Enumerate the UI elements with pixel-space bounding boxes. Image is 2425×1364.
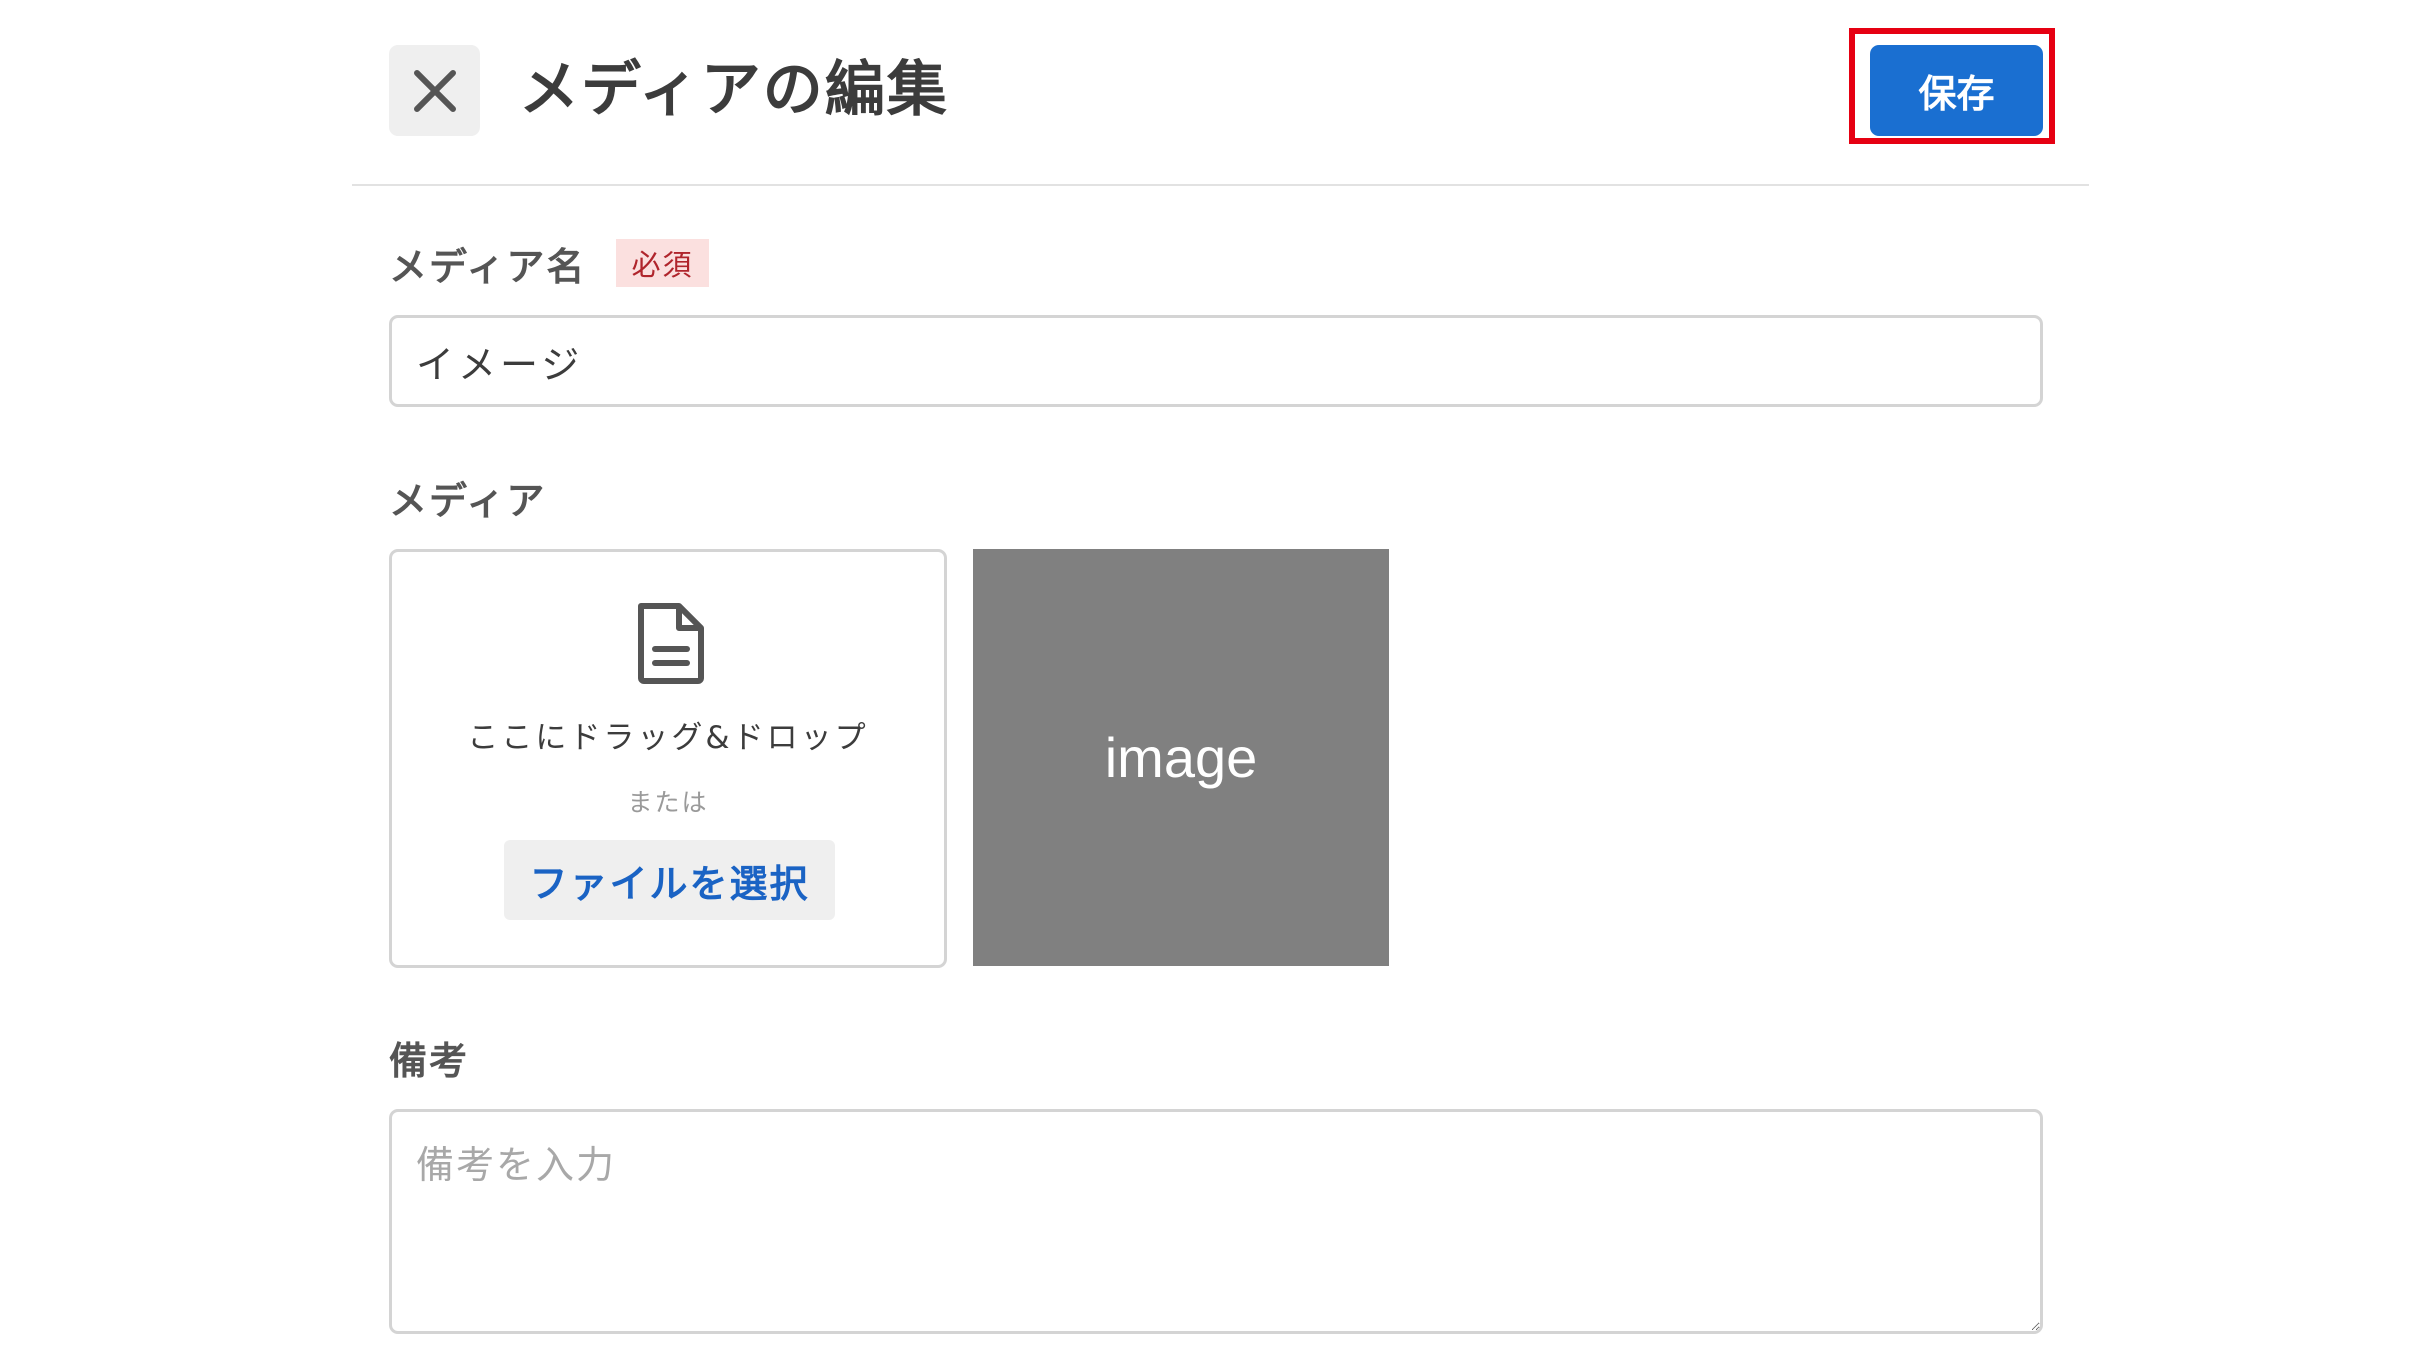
close-icon: [413, 69, 456, 112]
close-button[interactable]: [389, 45, 480, 136]
required-badge: 必須: [616, 239, 709, 287]
file-dropzone[interactable]: ここにドラッグ&ドロップ または ファイルを選択: [389, 549, 947, 968]
file-document-icon: [638, 603, 704, 684]
or-separator: または: [627, 788, 709, 817]
page-title: メディアの編集: [519, 55, 949, 125]
header-divider: [352, 184, 2089, 186]
edit-media-dialog: メディアの編集 保存 メディア名 必須 メディア ここにドラッグ&ドロップ また…: [0, 0, 2425, 1364]
save-button[interactable]: 保存: [1870, 45, 2043, 136]
media-label: メディア: [389, 479, 547, 523]
media-name-input[interactable]: [389, 315, 2043, 407]
drop-instruction: ここにドラッグ&ドロップ: [467, 720, 869, 756]
media-name-label: メディア名: [389, 245, 587, 289]
preview-placeholder-text: image: [1104, 726, 1258, 789]
note-label: 備考: [389, 1039, 470, 1083]
media-preview-image: image: [973, 549, 1389, 966]
note-textarea[interactable]: [389, 1109, 2043, 1334]
select-file-button[interactable]: ファイルを選択: [504, 840, 835, 920]
